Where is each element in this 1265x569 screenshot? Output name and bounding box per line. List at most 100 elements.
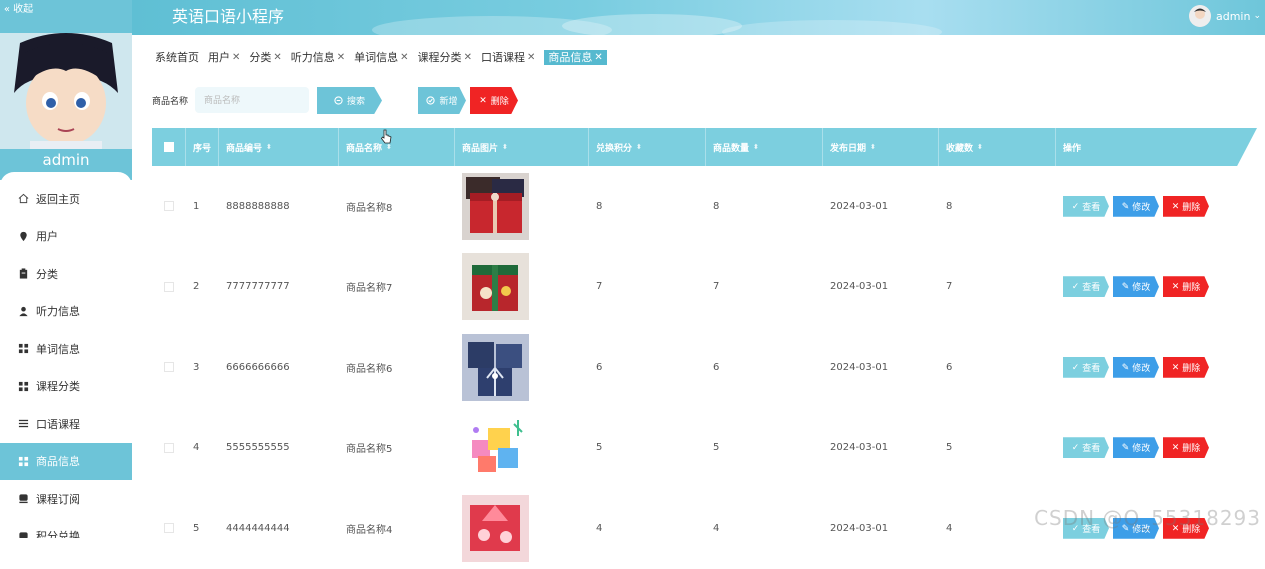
view-button[interactable]: ✓查看 <box>1063 276 1109 297</box>
edit-button[interactable]: ✎修改 <box>1113 357 1159 378</box>
tab-users[interactable]: 用户✕ <box>208 50 240 65</box>
row-checkbox[interactable] <box>164 523 174 533</box>
tab-home[interactable]: 系统首页 <box>155 50 199 65</box>
row-image-cell <box>455 247 589 328</box>
tab-speaking-course[interactable]: 口语课程✕ <box>481 50 535 65</box>
sidebar-item-course-category[interactable]: 课程分类 <box>0 368 132 406</box>
collapse-button[interactable]: « 收起 <box>0 0 37 20</box>
sort-icon[interactable]: ⬍ <box>753 143 759 151</box>
sidebar-item-label: 返回主页 <box>36 191 80 207</box>
sidebar-item-users[interactable]: 用户 <box>0 218 132 256</box>
pin-icon <box>17 230 29 242</box>
row-checkbox[interactable] <box>164 201 174 211</box>
close-icon: ✕ <box>1172 442 1180 453</box>
col-image[interactable]: 商品图片⬍ <box>455 128 589 166</box>
delete-button[interactable]: ✕删除 <box>1163 357 1209 378</box>
col-name[interactable]: 商品名称⬍ <box>339 128 455 166</box>
close-icon[interactable]: ✕ <box>594 50 602 65</box>
col-points[interactable]: 兑换积分⬍ <box>589 128 706 166</box>
sidebar-item-words[interactable]: 单词信息 <box>0 330 132 368</box>
add-button[interactable]: 新增 <box>418 87 466 114</box>
bulk-delete-button[interactable]: ✕ 删除 <box>470 87 518 114</box>
sidebar-item-speaking-course[interactable]: 口语课程 <box>0 405 132 443</box>
col-index: 序号 <box>186 128 219 166</box>
delete-button[interactable]: ✕删除 <box>1163 437 1209 458</box>
row-select-cell <box>152 488 186 569</box>
delete-button[interactable]: ✕删除 <box>1163 276 1209 297</box>
sidebar-item-label: 口语课程 <box>36 416 80 432</box>
tab-course-category[interactable]: 课程分类✕ <box>418 50 472 65</box>
tab-goods[interactable]: 商品信息✕ <box>544 50 606 65</box>
edit-button[interactable]: ✎修改 <box>1113 276 1159 297</box>
sidebar-item-listening[interactable]: 听力信息 <box>0 293 132 331</box>
sort-icon[interactable]: ⬍ <box>266 143 272 151</box>
user-menu[interactable]: admin ⌄ <box>1189 4 1265 28</box>
col-fav[interactable]: 收藏数⬍ <box>939 128 1056 166</box>
row-points: 8 <box>589 166 706 247</box>
sort-icon[interactable]: ⬍ <box>977 143 983 151</box>
close-icon[interactable]: ✕ <box>400 50 408 65</box>
close-icon[interactable]: ✕ <box>232 50 240 65</box>
row-code: 5555555555 <box>219 408 339 489</box>
sidebar-item-goods[interactable]: 商品信息 <box>0 443 132 481</box>
database-icon <box>17 493 29 505</box>
tab-words[interactable]: 单词信息✕ <box>354 50 408 65</box>
profile-panel: admin <box>0 0 132 180</box>
sidebar-item-label: 商品信息 <box>36 453 80 469</box>
row-checkbox[interactable] <box>164 282 174 292</box>
goods-thumbnail[interactable] <box>462 334 529 401</box>
row-points: 7 <box>589 247 706 328</box>
edit-button[interactable]: ✎修改 <box>1113 437 1159 458</box>
delete-button[interactable]: ✕删除 <box>1163 196 1209 217</box>
tab-category[interactable]: 分类✕ <box>249 50 281 65</box>
row-name: 商品名称7 <box>339 247 455 328</box>
close-icon[interactable]: ✕ <box>464 50 472 65</box>
row-qty: 4 <box>706 488 823 569</box>
view-button[interactable]: ✓查看 <box>1063 437 1109 458</box>
close-icon[interactable]: ✕ <box>273 50 281 65</box>
sort-icon[interactable]: ⬍ <box>870 143 876 151</box>
select-all-checkbox[interactable] <box>164 142 174 152</box>
sidebar-item-category[interactable]: 分类 <box>0 255 132 293</box>
row-name: 商品名称4 <box>339 488 455 569</box>
row-select-cell <box>152 327 186 408</box>
sidebar-item-home[interactable]: 返回主页 <box>0 180 132 218</box>
close-icon[interactable]: ✕ <box>337 50 345 65</box>
search-button[interactable]: 搜索 <box>317 87 382 114</box>
search-input[interactable] <box>195 87 309 113</box>
sort-icon[interactable]: ⬍ <box>636 143 642 151</box>
goods-thumbnail[interactable] <box>462 173 529 240</box>
col-date[interactable]: 发布日期⬍ <box>823 128 939 166</box>
col-code[interactable]: 商品编号⬍ <box>219 128 339 166</box>
edit-button[interactable]: ✎修改 <box>1113 196 1159 217</box>
row-checkbox[interactable] <box>164 443 174 453</box>
row-points: 5 <box>589 408 706 489</box>
sidebar-item-label: 分类 <box>36 266 58 282</box>
tab-bar: 系统首页 用户✕ 分类✕ 听力信息✕ 单词信息✕ 课程分类✕ 口语课程✕ 商品信… <box>155 48 616 66</box>
sidebar-item-course-subscription[interactable]: 课程订阅 <box>0 480 132 518</box>
tab-listening[interactable]: 听力信息✕ <box>291 50 345 65</box>
close-icon[interactable]: ✕ <box>527 50 535 65</box>
view-button[interactable]: ✓查看 <box>1063 196 1109 217</box>
row-image-cell <box>455 488 589 569</box>
row-checkbox[interactable] <box>164 362 174 372</box>
close-icon: ✕ <box>1172 281 1180 292</box>
view-button[interactable]: ✓查看 <box>1063 357 1109 378</box>
row-qty: 8 <box>706 166 823 247</box>
row-index: 5 <box>186 488 219 569</box>
sort-icon[interactable]: ⬍ <box>502 143 508 151</box>
row-image-cell <box>455 327 589 408</box>
sidebar-item-points-exchange[interactable]: 积分兑换 <box>0 518 132 539</box>
row-fav: 5 <box>939 408 1056 489</box>
row-date: 2024-03-01 <box>823 247 939 328</box>
goods-thumbnail[interactable] <box>462 253 529 320</box>
col-qty[interactable]: 商品数量⬍ <box>706 128 823 166</box>
sidebar-item-label: 积分兑换 <box>36 528 80 538</box>
goods-thumbnail[interactable] <box>462 414 529 481</box>
user-name: admin <box>1216 10 1250 23</box>
row-image-cell <box>455 408 589 489</box>
goods-thumbnail[interactable] <box>462 495 529 562</box>
row-code: 6666666666 <box>219 327 339 408</box>
search-icon <box>334 96 343 105</box>
row-code: 8888888888 <box>219 166 339 247</box>
